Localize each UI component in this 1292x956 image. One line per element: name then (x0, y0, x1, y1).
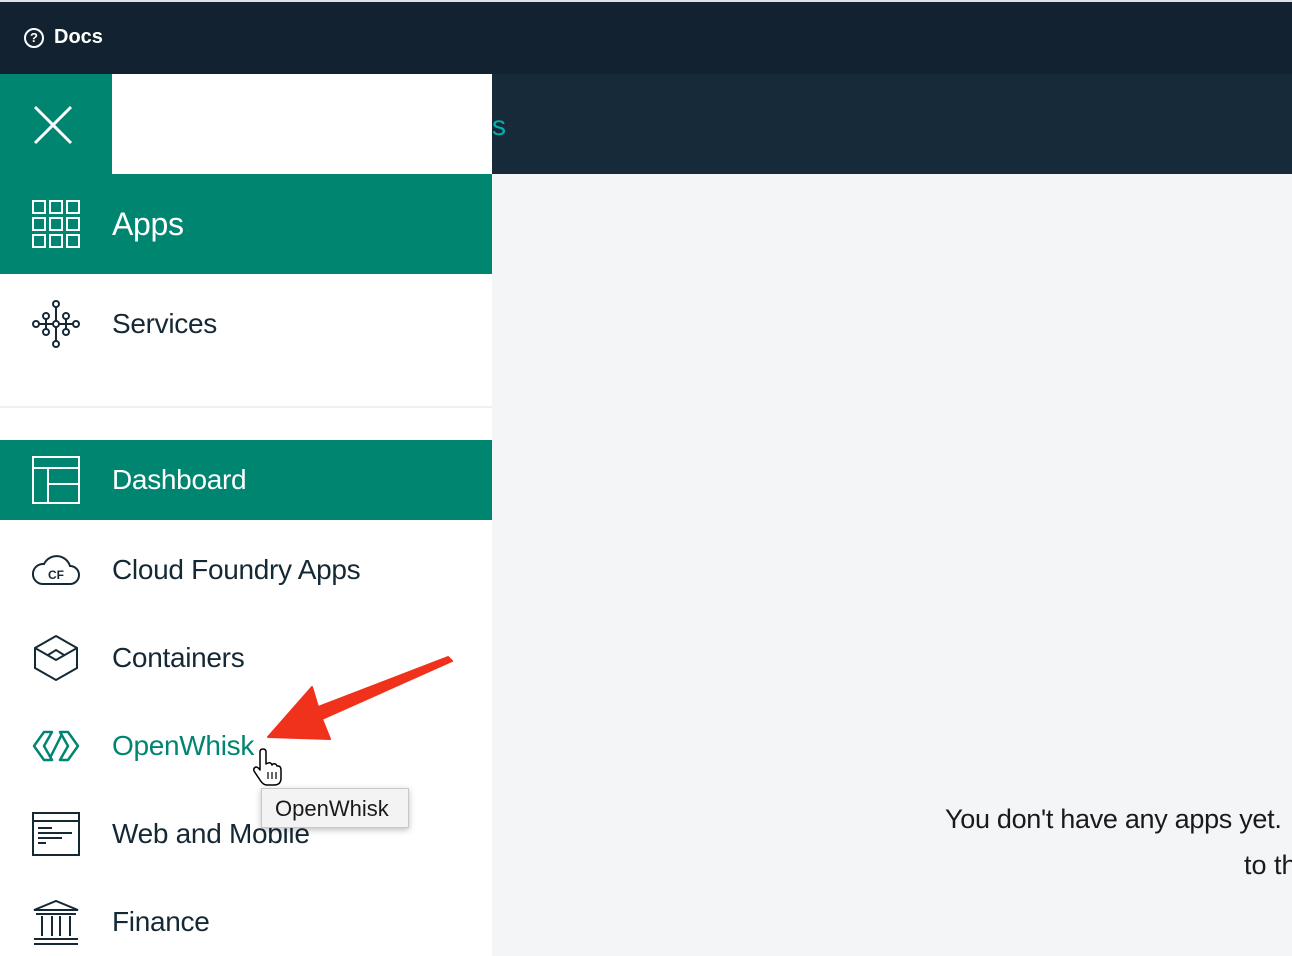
nav-item-label: Apps (112, 205, 184, 242)
close-menu-button[interactable] (0, 74, 112, 174)
page-header-partial-text: s (492, 110, 506, 141)
nav-item-label: OpenWhisk (112, 730, 255, 761)
annotation-arrow (267, 656, 453, 740)
menu-divider (0, 406, 492, 408)
nav-item-finance[interactable]: Finance (0, 878, 492, 956)
container-cube-icon (34, 634, 78, 682)
page-header: s (492, 74, 1292, 174)
main-content: You don't have any apps yet. to th (492, 174, 1292, 956)
svg-text:CF: CF (48, 568, 64, 582)
nav-item-cloud-foundry-apps[interactable]: CF Cloud Foundry Apps (0, 526, 492, 614)
services-network-icon (32, 300, 80, 348)
empty-state-message: You don't have any apps yet. (945, 804, 1282, 834)
nav-item-label: Containers (112, 642, 245, 673)
openwhisk-icon (32, 730, 80, 762)
nav-item-label: Dashboard (112, 464, 247, 495)
tooltip: OpenWhisk (261, 788, 409, 828)
nav-item-web-and-mobile[interactable]: Web and Mobile (0, 790, 492, 878)
dashboard-layout-icon (32, 456, 80, 504)
nav-item-dashboard[interactable]: Dashboard (0, 440, 492, 520)
cloud-cf-icon: CF (32, 555, 80, 585)
web-mobile-icon (32, 812, 80, 856)
docs-link[interactable]: ? Docs (24, 26, 103, 49)
menu-header (112, 74, 492, 174)
nav-item-label: Services (112, 308, 217, 339)
nav-item-services[interactable]: Services (0, 274, 492, 374)
side-menu: Apps Services Dashboard CF Cloud Foundry… (0, 174, 492, 956)
docs-label: Docs (54, 26, 103, 48)
top-bar: ? Docs (0, 0, 1292, 74)
bank-icon (33, 899, 79, 945)
nav-item-label: Cloud Foundry Apps (112, 554, 361, 585)
empty-state-message-2: to th (1244, 850, 1292, 880)
grid-icon (32, 200, 80, 248)
hand-cursor-icon (253, 748, 282, 786)
nav-item-label: Finance (112, 906, 210, 937)
close-icon (33, 105, 73, 145)
nav-item-apps[interactable]: Apps (0, 174, 492, 274)
question-circle-icon: ? (24, 27, 44, 48)
